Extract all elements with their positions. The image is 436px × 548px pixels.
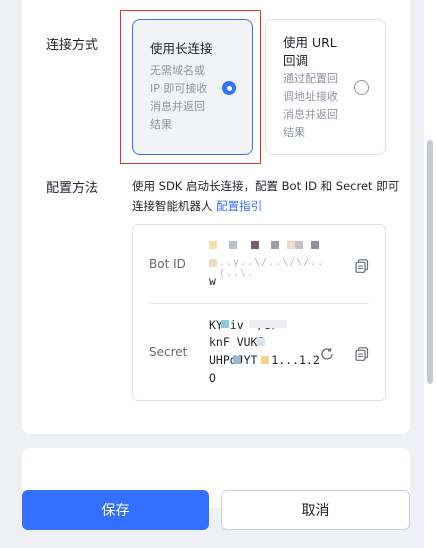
redacted-pixel <box>221 320 229 328</box>
option-url-callback-desc-3: 消息并返回 <box>283 108 338 121</box>
config-method-description: 使用 SDK 启动长连接，配置 Bot ID 和 Secret 即可连接智能机器… <box>132 176 402 216</box>
redacted-pixel <box>229 241 237 249</box>
redacted-pixel <box>261 356 269 364</box>
bot-id-value[interactable]: ..y..\/..\/\/..(..\. w <box>209 237 339 289</box>
option-url-callback-title-2: 回调 <box>283 53 309 68</box>
refresh-icon[interactable] <box>320 346 336 362</box>
option-url-callback[interactable]: 使用 URL 回调 通过配置回 调地址接收 消息并返回 结果 <box>265 19 386 155</box>
redacted-pixel <box>271 241 279 249</box>
save-button[interactable]: 保存 <box>22 490 209 530</box>
copy-icon[interactable] <box>355 258 371 274</box>
config-method-text: 使用 SDK 启动长连接，配置 Bot ID 和 Secret 即可连接智能机器… <box>132 179 400 213</box>
secret-label: Secret <box>149 345 188 359</box>
bot-id-label: Bot ID <box>149 257 186 271</box>
redacted-pixel <box>311 241 319 249</box>
credentials-divider <box>149 303 369 304</box>
option-url-callback-desc-2: 调地址接收 <box>283 90 338 103</box>
radio-unselected-icon[interactable] <box>354 80 369 95</box>
scrollbar-thumb[interactable] <box>427 140 433 384</box>
cancel-button[interactable]: 取消 <box>221 490 410 530</box>
config-guide-link[interactable]: 配置指引 <box>216 199 262 213</box>
bot-id-value-line-2: w <box>209 274 216 288</box>
copy-icon[interactable] <box>355 346 371 362</box>
connection-mode-label: 连接方式 <box>46 38 99 53</box>
redacted-pixel <box>249 320 287 328</box>
option-url-callback-title-1: 使用 URL <box>283 35 337 50</box>
redacted-pixel <box>209 241 217 249</box>
option-url-callback-desc-1: 通过配置回 <box>283 72 338 85</box>
redacted-pixel <box>295 241 303 249</box>
redacted-pixel <box>209 259 217 267</box>
redacted-pixel <box>287 241 295 249</box>
redacted-pixel <box>251 241 259 249</box>
redacted-pixel <box>257 338 265 346</box>
credentials-box: Bot ID ..y..\/..\/\/..(..\. w Secret KY … <box>132 224 386 401</box>
option-url-callback-desc-4: 结果 <box>283 126 305 139</box>
redacted-pixel <box>233 356 241 364</box>
annotation-highlight-box <box>120 10 261 164</box>
secret-value-line-4: O <box>209 371 216 385</box>
config-method-label: 配置方法 <box>46 181 99 196</box>
